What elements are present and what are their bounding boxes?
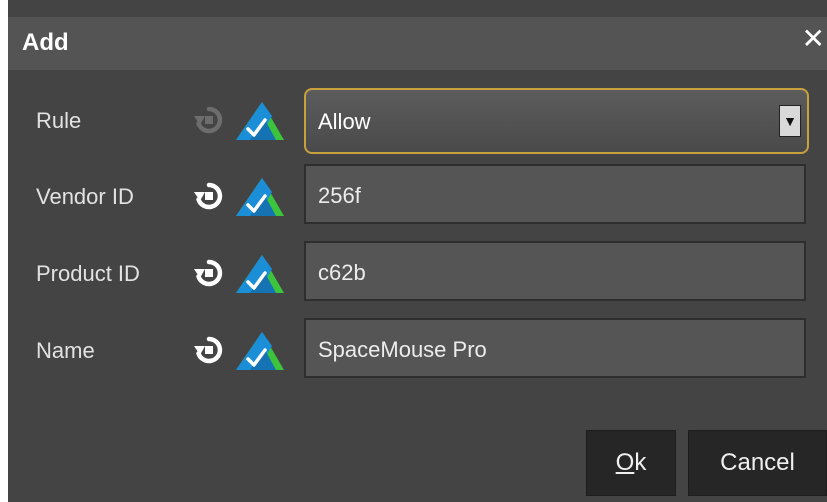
- rule-label: Rule: [36, 108, 82, 133]
- vendor-id-row: Vendor ID 256f: [8, 164, 827, 230]
- dialog-title: Add: [22, 29, 69, 56]
- inherit-icon[interactable]: [232, 328, 286, 372]
- ok-button-label: k: [634, 449, 647, 476]
- inherit-icon[interactable]: [232, 174, 286, 218]
- reset-icon[interactable]: [194, 182, 224, 210]
- name-label: Name: [36, 338, 95, 363]
- rule-select-value: Allow: [318, 109, 371, 134]
- product-id-row: Product ID c62b: [8, 241, 827, 307]
- vendor-id-field[interactable]: 256f: [304, 164, 806, 224]
- reset-icon[interactable]: [194, 259, 224, 287]
- chevron-down-icon[interactable]: ▼: [779, 105, 801, 137]
- add-dialog: Add ✕ Rule Allow ▼ Vendor ID 256f Produc…: [8, 0, 827, 502]
- rule-row: Rule Allow ▼: [8, 88, 827, 154]
- name-field[interactable]: SpaceMouse Pro: [304, 318, 806, 378]
- ok-button-mnemonic: O: [615, 449, 635, 476]
- reset-icon[interactable]: [194, 336, 224, 364]
- inherit-icon[interactable]: [232, 98, 286, 142]
- inherit-icon[interactable]: [232, 251, 286, 295]
- vendor-id-label: Vendor ID: [36, 184, 134, 209]
- rule-select[interactable]: Allow ▼: [304, 88, 809, 154]
- reset-icon: [194, 106, 224, 134]
- dialog-titlebar: Add ✕: [8, 17, 827, 70]
- name-row: Name SpaceMouse Pro: [8, 318, 827, 384]
- cancel-button[interactable]: Cancel: [688, 430, 827, 496]
- ok-button[interactable]: Ok: [586, 430, 676, 496]
- close-icon[interactable]: ✕: [802, 25, 825, 53]
- product-id-label: Product ID: [36, 261, 140, 286]
- product-id-field[interactable]: c62b: [304, 241, 806, 301]
